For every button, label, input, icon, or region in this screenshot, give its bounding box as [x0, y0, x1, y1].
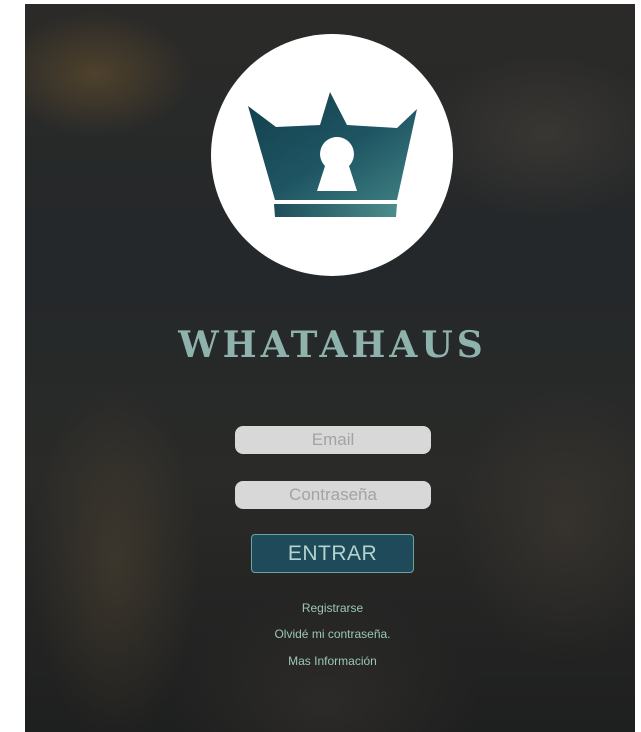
more-info-link[interactable]: Mas Información	[25, 654, 635, 668]
crown-keyhole-icon	[248, 92, 417, 217]
email-input[interactable]	[235, 426, 431, 454]
brand-name: WHATAHAUS	[178, 324, 487, 366]
forgot-password-link[interactable]: Olvidé mi contraseña.	[25, 627, 635, 641]
register-link[interactable]: Registrarse	[25, 601, 635, 615]
logo-badge	[211, 34, 453, 276]
password-input[interactable]	[235, 481, 431, 509]
login-button[interactable]: ENTRAR	[251, 534, 414, 573]
login-screen: WHATAHAUS ENTRAR Registrarse Olvidé mi c…	[25, 4, 635, 732]
